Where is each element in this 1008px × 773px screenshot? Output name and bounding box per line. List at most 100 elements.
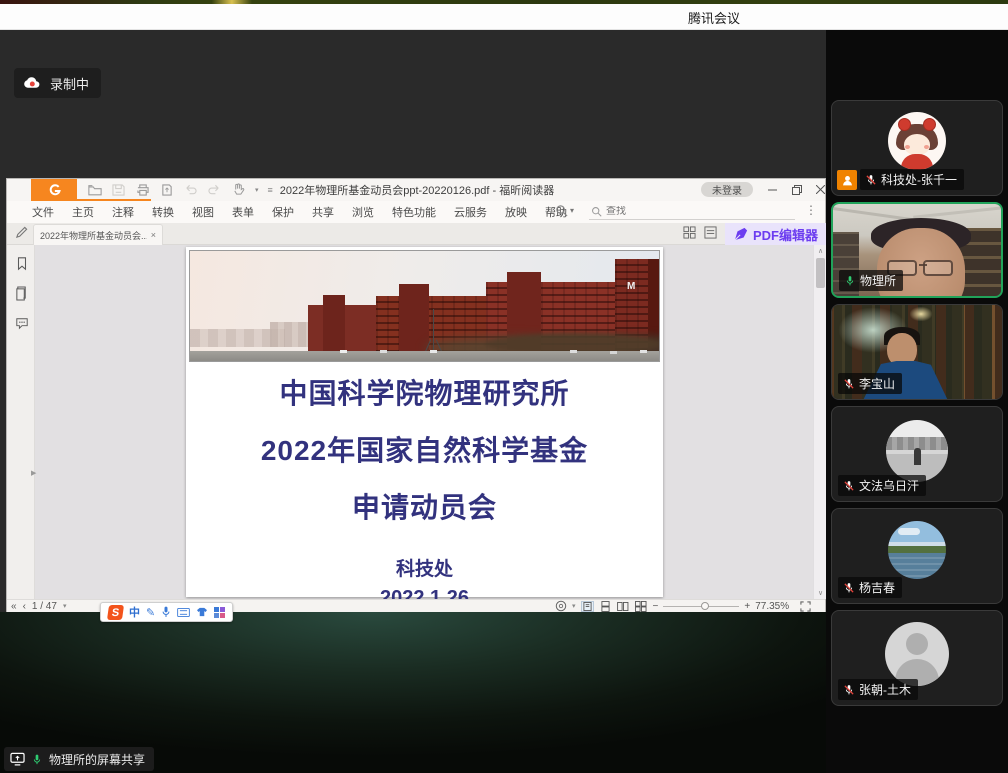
ime-toolbar[interactable]: S 中 ✎ [100,602,233,622]
slide-title-line2: 2022年国家自然科学基金 [261,422,588,479]
participant-name: 李宝山 [859,375,895,392]
muted-mic-icon [843,378,855,390]
zoom-slider[interactable] [663,606,739,607]
vertical-scrollbar[interactable]: ∧ ∨ [813,245,826,599]
single-page-layout-icon[interactable] [581,601,594,612]
close-button[interactable] [811,181,826,198]
pen-nib-icon [734,227,748,241]
menubar-more-icon[interactable]: ⋮ [805,203,817,217]
ime-toolbox-icon[interactable] [214,607,225,618]
participant-tile[interactable]: 科技处-张千一 [831,100,1003,196]
search-icon [591,206,602,217]
menu-features[interactable]: 特色功能 [383,204,445,220]
slide-text-block: 中国科学院物理研究所 2022年国家自然科学基金 申请动员会 科技处 2022.… [186,365,663,599]
pdf-editor-button[interactable]: PDF编辑器 [725,223,826,245]
participant-name-bar: 文法乌日汗 [838,475,926,496]
menu-slideshow[interactable]: 放映 [496,204,536,220]
prev-page-icon[interactable]: ‹ [23,601,26,612]
export-icon[interactable] [159,182,174,197]
active-mic-icon [31,753,43,766]
menu-file[interactable]: 文件 [23,204,63,220]
fullscreen-icon[interactable] [800,601,811,612]
zoom-level[interactable]: 77.35% [755,601,789,612]
zoom-out-icon[interactable]: − [653,601,659,612]
slide-title-line3: 申请动员会 [352,479,497,536]
menu-share[interactable]: 共享 [303,204,343,220]
menu-cloud[interactable]: 云服务 [445,204,496,220]
view-mode-caret[interactable]: ▾ [572,602,576,610]
building-tower-2 [399,284,429,351]
ime-skin-icon[interactable] [196,607,208,617]
menu-convert[interactable]: 转换 [143,204,183,220]
zoom-in-icon[interactable]: + [744,601,750,612]
active-mic-icon [844,275,856,287]
meeting-app-title: 腾讯会议 [688,4,740,30]
zoom-slider-knob[interactable] [701,602,709,610]
ime-pen-icon[interactable]: ✎ [146,606,155,619]
annotate-pen-icon[interactable] [15,226,28,240]
document-tab[interactable]: 2022年物理所基金动员会... × [33,224,163,245]
recording-badge[interactable]: 录制中 [14,68,101,98]
facing-continuous-layout-icon[interactable] [635,601,648,612]
foxit-logo-icon [47,182,62,197]
host-badge-icon [837,170,857,190]
search-box[interactable] [589,203,795,220]
zoom-tool-dropdown[interactable]: ▾ [555,204,574,217]
menu-browse[interactable]: 浏览 [343,204,383,220]
page-indicator[interactable]: 1 / 47 [32,601,57,612]
muted-mic-icon [843,480,855,492]
participant-tile[interactable]: 李宝山 [831,304,1003,400]
thumbnail-view-icon[interactable] [683,226,696,239]
pdf-editor-label: PDF编辑器 [753,225,818,244]
meeting-titlebar: 腾讯会议 [0,4,1008,30]
pdf-page: M 中国科学院物理研究所 2022年国家自然科学基金 申请动员会 科技处 202… [186,247,663,597]
building-tower-1 [323,295,345,351]
bookmarks-panel-icon[interactable] [13,255,30,272]
search-input[interactable] [606,206,776,217]
restore-button[interactable] [788,181,806,198]
menu-comment[interactable]: 注释 [103,204,143,220]
menu-protect[interactable]: 保护 [263,204,303,220]
vehicles [340,350,347,353]
scroll-down-icon[interactable]: ∨ [814,587,826,599]
ime-mic-icon[interactable] [161,606,171,618]
foxit-logo[interactable] [31,179,77,200]
undo-icon[interactable] [183,182,198,197]
scrollbar-thumb[interactable] [816,258,825,288]
open-file-icon[interactable] [87,182,102,197]
ime-mode-chinese[interactable]: 中 [129,604,140,620]
page-dropdown-caret[interactable]: ▾ [63,602,67,610]
road [190,351,659,361]
participant-name-bar: 张朝-土木 [838,679,918,700]
tab-close-icon[interactable]: × [151,230,156,240]
screen-share-banner[interactable]: 物理所的屏幕共享 [4,747,154,771]
avatar [888,112,946,170]
menu-view[interactable]: 视图 [183,204,223,220]
ime-keyboard-icon[interactable] [177,608,190,617]
minimize-button[interactable] [763,181,781,198]
first-page-icon[interactable]: « [11,601,17,612]
login-button[interactable]: 未登录 [701,182,753,197]
panel-expand-arrow[interactable]: ▶ [31,469,36,477]
menu-form[interactable]: 表单 [223,204,263,220]
view-mode-icon[interactable] [555,600,567,612]
participant-tile[interactable]: 物理所 [831,202,1003,298]
facing-layout-icon[interactable] [617,601,630,612]
sogou-logo[interactable]: S [107,605,124,620]
pdf-window-title: 2022年物理所基金动员会ppt-20220126.pdf - 福昕阅读器 [217,179,617,200]
participant-name: 张朝-土木 [859,681,911,698]
continuous-layout-icon[interactable] [599,601,612,612]
participant-name: 科技处-张千一 [881,171,957,188]
print-icon[interactable] [135,182,150,197]
muted-mic-icon [865,174,877,186]
list-view-icon[interactable] [704,226,717,239]
comments-panel-icon[interactable] [13,315,30,332]
menu-home[interactable]: 主页 [63,204,103,220]
scroll-up-icon[interactable]: ∧ [814,245,826,257]
participant-tile[interactable]: 文法乌日汗 [831,406,1003,502]
pages-panel-icon[interactable] [13,285,30,302]
slide-department: 科技处 [396,554,453,581]
participant-tile[interactable]: 杨吉春 [831,508,1003,604]
participant-tile[interactable]: 张朝-土木 [831,610,1003,706]
save-icon[interactable] [111,182,126,197]
